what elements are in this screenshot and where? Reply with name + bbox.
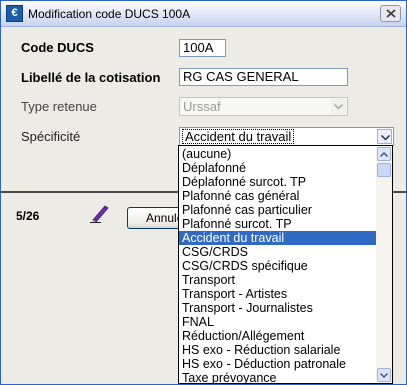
dropdown-option[interactable]: Accident du travail [179,231,376,245]
dropdown-option[interactable]: HS exo - Déduction patronale [179,357,376,371]
dropdown-option[interactable]: Transport - Journalistes [179,301,376,315]
pencil-icon[interactable] [89,203,111,223]
dropdown-items: (aucune) Déplafonné Déplafonné surcot. TP P… [179,147,376,383]
dropdown-option[interactable]: CSG/CRDS spécifique [179,259,376,273]
title-bar[interactable]: € Modification code DUCS 100A [1,1,406,27]
scroll-up-button[interactable] [377,147,391,161]
specificite-select[interactable]: Accident du travail [179,127,394,146]
dropdown-option[interactable]: CSG/CRDS [179,245,376,259]
specificite-label: Spécificité [21,129,81,144]
specificite-dropdown-list[interactable]: (aucune) Déplafonné Déplafonné surcot. TP P… [178,145,393,384]
dropdown-option[interactable]: Plafonné cas général [179,189,376,203]
dropdown-option[interactable]: Taxe prévoyance [179,371,376,383]
type-retenue-label: Type retenue [21,99,97,114]
dropdown-option[interactable]: Déplafonné [179,161,376,175]
scroll-up-icon [380,152,388,157]
dropdown-option[interactable]: Plafonné cas particulier [179,203,376,217]
close-icon [386,9,396,18]
dropdown-scrollbar[interactable] [376,146,392,383]
chevron-down-icon[interactable] [377,129,392,144]
specificite-value: Accident du travail [182,129,295,144]
window-title: Modification code DUCS 100A [28,7,191,21]
code-ducs-label: Code DUCS [21,40,94,55]
type-retenue-select: Urssaf [179,97,348,116]
dropdown-option[interactable]: FNAL [179,315,376,329]
dropdown-option[interactable]: Transport [179,273,376,287]
dropdown-option[interactable]: (aucune) [179,147,376,161]
libelle-label: Libellé de la cotisation [21,70,161,85]
scroll-down-icon [380,373,388,378]
scroll-thumb[interactable] [377,163,391,177]
code-ducs-field[interactable]: 100A [179,39,226,57]
dropdown-option[interactable]: Plafonné surcot. TP [179,217,376,231]
type-retenue-value: Urssaf [183,99,221,114]
record-counter: 5/26 [16,209,40,223]
close-button[interactable] [380,5,401,22]
libelle-field[interactable]: RG CAS GENERAL [179,68,348,86]
chevron-down-icon [331,99,346,114]
dropdown-option[interactable]: Transport - Artistes [179,287,376,301]
dropdown-option[interactable]: Déplafonné surcot. TP [179,175,376,189]
scroll-down-button[interactable] [377,368,391,382]
app-icon: € [6,5,23,22]
dropdown-option[interactable]: HS exo - Réduction salariale [179,343,376,357]
dropdown-option[interactable]: Réduction/Allégement [179,329,376,343]
